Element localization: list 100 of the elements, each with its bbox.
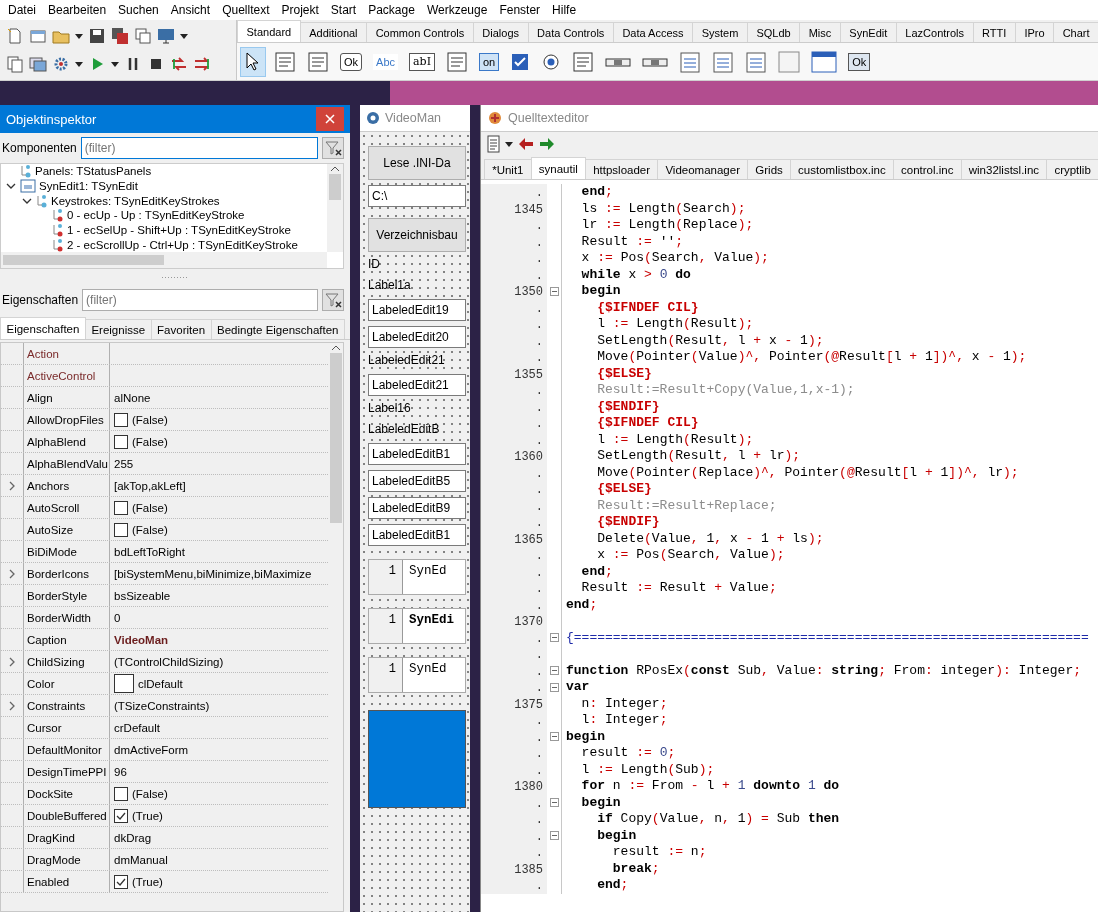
caret-icon[interactable] [505, 140, 513, 148]
fold-icon[interactable] [549, 666, 559, 676]
checkbox-icon[interactable] [114, 500, 128, 515]
menu-item[interactable]: Quelltext [216, 0, 276, 20]
palette-item[interactable] [240, 46, 266, 77]
chevron-down-icon[interactable] [6, 181, 16, 191]
scrollbar-thumb[interactable] [329, 174, 341, 201]
save-all-icon[interactable] [111, 27, 129, 45]
horizontal-scrollbar[interactable] [1, 252, 327, 268]
step-arrows-icon[interactable] [193, 55, 211, 73]
property-name[interactable]: Caption [23, 629, 110, 650]
form-edit-field[interactable]: LabeledEditB9 [368, 497, 466, 519]
file-tab[interactable]: cryptlib [1046, 159, 1098, 179]
chevron-right-icon[interactable] [8, 656, 16, 667]
fold-icon[interactable] [549, 831, 559, 841]
property-name[interactable]: AutoScroll [23, 497, 110, 518]
palette-tab[interactable]: SynEdit [839, 22, 897, 42]
palette-item[interactable]: Ok [337, 46, 366, 77]
checkbox-icon[interactable] [510, 51, 531, 72]
document-list-icon[interactable] [486, 135, 500, 153]
property-name[interactable]: BorderIcons [23, 563, 110, 584]
checkbox-icon[interactable] [114, 874, 128, 889]
checkbox-icon[interactable] [114, 522, 128, 537]
tree-item[interactable]: 1 - ecSelUp - Shift+Up : TSynEditKeyStroke [67, 224, 291, 236]
inspector-tab[interactable]: Bedingte Eigenschaften [210, 319, 345, 339]
palette-tab[interactable]: SQLdb [746, 22, 801, 42]
checkbox-icon[interactable] [114, 786, 128, 801]
palette-tab[interactable]: Dialogs [472, 22, 529, 42]
checkbox-icon[interactable] [114, 434, 128, 449]
property-name[interactable]: Anchors [23, 475, 110, 496]
filter-clear-icon[interactable] [322, 137, 344, 159]
form-edit-field[interactable]: LabeledEdit21 [368, 374, 466, 396]
splitter-grip-icon[interactable] [162, 275, 188, 279]
checkbox-icon[interactable] [114, 808, 128, 823]
menu-item[interactable]: Ansicht [164, 0, 217, 20]
property-name[interactable]: ChildSizing [23, 651, 110, 672]
form-button[interactable]: Lese .INI-Da [368, 146, 466, 180]
scrollbar-thumb[interactable] [329, 353, 342, 524]
property-name[interactable]: DoubleBuffered [23, 805, 110, 826]
property-name[interactable]: Enabled [23, 871, 110, 892]
form-edit-field[interactable]: C:\ [368, 185, 466, 207]
property-name[interactable]: BorderStyle [23, 585, 110, 606]
scrollbar-thumb[interactable] [3, 255, 164, 265]
chevron-right-icon[interactable] [8, 480, 16, 491]
property-name[interactable]: DesignTimePPI [23, 761, 110, 782]
property-name[interactable]: AutoSize [23, 519, 110, 540]
fold-icon[interactable] [549, 633, 559, 643]
property-name[interactable]: Align [23, 387, 110, 408]
property-name[interactable]: DefaultMonitor [23, 739, 110, 760]
menu-item[interactable]: Suchen [112, 0, 165, 20]
palette-item[interactable]: on [476, 46, 503, 77]
palette-tab[interactable]: Standard [237, 20, 301, 42]
property-name[interactable]: DragMode [23, 849, 110, 870]
chevron-right-icon[interactable] [8, 568, 16, 579]
file-tab[interactable]: httpsloader [585, 159, 659, 179]
form-edit-field[interactable]: LabeledEditB1 [368, 524, 466, 546]
windows-icon[interactable] [134, 27, 152, 45]
property-name[interactable]: AlphaBlend [23, 431, 110, 452]
close-button[interactable] [316, 107, 344, 131]
palette-item[interactable]: abI [406, 46, 438, 77]
caret-icon[interactable] [75, 60, 83, 68]
save-icon[interactable] [88, 27, 106, 45]
filter-field[interactable]: (filter) [82, 289, 318, 311]
palette-item[interactable]: Abc [370, 46, 402, 77]
form-edit-field[interactable]: LabeledEdit19 [368, 299, 466, 321]
property-name[interactable]: BorderWidth [23, 607, 110, 628]
forward-arrow-icon[interactable] [539, 137, 555, 151]
palette-item[interactable]: Ok [845, 46, 874, 77]
caret-icon[interactable] [111, 60, 119, 68]
fold-icon[interactable] [549, 798, 559, 808]
copy-icon[interactable] [6, 55, 24, 73]
fold-icon[interactable] [549, 732, 559, 742]
form-edit-field[interactable]: LabeledEditB1 [368, 443, 466, 465]
menu-item[interactable]: Start [324, 0, 363, 20]
property-name[interactable]: AlphaBlendValu [23, 453, 110, 474]
menu-item[interactable]: Fenster [493, 0, 547, 20]
chevron-right-icon[interactable] [8, 700, 16, 711]
vertical-scrollbar[interactable] [327, 164, 343, 252]
menu-item[interactable]: Werkzeuge [420, 0, 494, 20]
tree-item[interactable]: 0 - ecUp - Up : TSynEditKeyStroke [67, 209, 245, 222]
menu-item[interactable]: Bearbeiten [42, 0, 113, 20]
tree-item[interactable]: 2 - ecScrollUp - Ctrl+Up : TSynEditKeyStroke [67, 238, 298, 251]
back-arrow-icon[interactable] [518, 137, 534, 151]
step-arrows-icon[interactable] [170, 55, 188, 73]
property-name[interactable]: Action [23, 343, 110, 364]
tree-item[interactable]: SynEdit1: TSynEdit [39, 180, 138, 192]
tree-item[interactable]: Panels: TStatusPanels [35, 165, 152, 178]
caret-icon[interactable] [75, 32, 83, 40]
filter-field[interactable]: (filter) [80, 137, 318, 159]
menu-item[interactable]: Projekt [275, 0, 325, 20]
file-tab[interactable]: *Unit1 [484, 159, 532, 179]
new-form-icon[interactable] [29, 27, 47, 45]
property-name[interactable]: Cursor [23, 717, 110, 738]
fold-icon[interactable] [549, 682, 559, 692]
property-name[interactable]: AllowDropFiles [23, 409, 110, 430]
property-name[interactable]: ActiveControl [23, 365, 110, 386]
property-name[interactable]: Color [23, 673, 110, 694]
property-name[interactable]: DragKind [23, 827, 110, 848]
scroll-up-icon[interactable] [330, 164, 340, 174]
monitor-icon[interactable] [157, 27, 175, 45]
